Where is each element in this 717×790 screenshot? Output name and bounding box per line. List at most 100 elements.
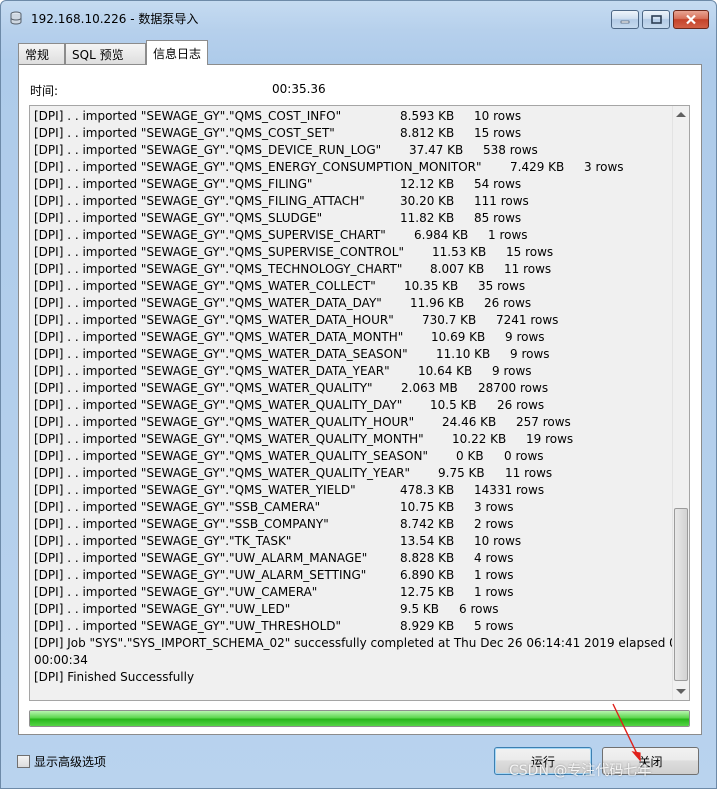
log-rows: 257 rows bbox=[516, 415, 571, 429]
log-message: [DPI] . . imported "SEWAGE_GY"."QMS_WATE… bbox=[34, 483, 356, 497]
log-message: [DPI] . . imported "SEWAGE_GY"."QMS_WATE… bbox=[34, 466, 411, 480]
log-rows: 3 rows bbox=[474, 500, 514, 514]
log-line: [DPI] . . imported "SEWAGE_GY"."QMS_COST… bbox=[34, 108, 674, 125]
log-message: 00:00:34 bbox=[34, 653, 88, 667]
log-message: [DPI] . . imported "SEWAGE_GY"."UW_ALARM… bbox=[34, 568, 367, 582]
log-line: [DPI] . . imported "SEWAGE_GY"."QMS_DEVI… bbox=[34, 142, 674, 159]
log-line: [DPI] . . imported "SEWAGE_GY"."QMS_TECH… bbox=[34, 261, 674, 278]
log-rows: 9 rows bbox=[492, 364, 532, 378]
log-size: 730.7 KB bbox=[422, 313, 477, 327]
progress-fill bbox=[30, 711, 689, 726]
minimize-button[interactable] bbox=[611, 10, 639, 29]
log-rows: 28700 rows bbox=[478, 381, 549, 395]
log-line: [DPI] . . imported "SEWAGE_GY"."QMS_WATE… bbox=[34, 414, 674, 431]
log-size: 8.742 KB bbox=[400, 517, 455, 531]
tab-info-log[interactable]: 信息日志 bbox=[146, 40, 208, 65]
log-rows: 26 rows bbox=[484, 296, 532, 310]
log-message: [DPI] . . imported "SEWAGE_GY"."QMS_WATE… bbox=[34, 381, 373, 395]
log-line: [DPI] . . imported "SEWAGE_GY"."QMS_WATE… bbox=[34, 482, 674, 499]
log-line: [DPI] Finished Successfully bbox=[34, 669, 674, 686]
tab-general[interactable]: 常规 bbox=[18, 43, 65, 64]
log-rows: 9 rows bbox=[505, 330, 545, 344]
log-line: [DPI] . . imported "SEWAGE_GY"."QMS_WATE… bbox=[34, 278, 674, 295]
log-size: 9.5 KB bbox=[400, 602, 439, 616]
log-size: 8.593 KB bbox=[400, 109, 455, 123]
log-line: [DPI] . . imported "SEWAGE_GY"."TK_TASK"… bbox=[34, 533, 674, 550]
log-message: [DPI] . . imported "SEWAGE_GY"."QMS_WATE… bbox=[34, 415, 415, 429]
log-line: [DPI] . . imported "SEWAGE_GY"."QMS_WATE… bbox=[34, 465, 674, 482]
window-close-button[interactable] bbox=[673, 10, 709, 29]
log-message: [DPI] . . imported "SEWAGE_GY"."QMS_WATE… bbox=[34, 364, 390, 378]
log-rows: 14331 rows bbox=[474, 483, 545, 497]
log-line: [DPI] . . imported "SEWAGE_GY"."UW_ALARM… bbox=[34, 567, 674, 584]
log-rows: 1 rows bbox=[474, 585, 514, 599]
log-output[interactable]: [DPI] . . imported "SEWAGE_GY"."QMS_COST… bbox=[29, 105, 690, 701]
log-message: [DPI] . . imported "SEWAGE_GY"."UW_CAMER… bbox=[34, 585, 318, 599]
log-rows: 11 rows bbox=[505, 466, 553, 480]
log-size: 8.929 KB bbox=[400, 619, 455, 633]
log-line: [DPI] . . imported "SEWAGE_GY"."QMS_SUPE… bbox=[34, 244, 674, 261]
log-rows: 0 rows bbox=[504, 449, 544, 463]
log-line: [DPI] . . imported "SEWAGE_GY"."QMS_WATE… bbox=[34, 312, 674, 329]
tab-sql-preview[interactable]: SQL 预览 bbox=[65, 43, 146, 64]
log-rows: 19 rows bbox=[526, 432, 574, 446]
log-line: [DPI] . . imported "SEWAGE_GY"."QMS_WATE… bbox=[34, 380, 674, 397]
log-line: [DPI] . . imported "SEWAGE_GY"."QMS_WATE… bbox=[34, 329, 674, 346]
log-line: [DPI] . . imported "SEWAGE_GY"."SSB_COMP… bbox=[34, 516, 674, 533]
log-message: [DPI] . . imported "SEWAGE_GY"."UW_THRES… bbox=[34, 619, 342, 633]
log-rows: 3 rows bbox=[584, 160, 624, 174]
log-lines: [DPI] . . imported "SEWAGE_GY"."QMS_COST… bbox=[34, 108, 677, 686]
log-message: [DPI] . . imported "SEWAGE_GY"."QMS_SLUD… bbox=[34, 211, 323, 225]
import-progress-bar bbox=[29, 710, 690, 727]
log-line: [DPI] . . imported "SEWAGE_GY"."QMS_WATE… bbox=[34, 448, 674, 465]
log-size: 10.75 KB bbox=[400, 500, 455, 514]
log-size: 10.5 KB bbox=[430, 398, 477, 412]
log-rows: 11 rows bbox=[504, 262, 552, 276]
log-rows: 15 rows bbox=[506, 245, 554, 259]
advanced-options-checkbox[interactable] bbox=[17, 755, 30, 768]
log-message: [DPI] . . imported "SEWAGE_GY"."QMS_WATE… bbox=[34, 313, 394, 327]
log-line: [DPI] . . imported "SEWAGE_GY"."QMS_WATE… bbox=[34, 346, 674, 363]
database-icon bbox=[10, 11, 22, 25]
log-scrollbar[interactable] bbox=[672, 106, 689, 700]
scroll-down-icon[interactable] bbox=[676, 689, 686, 694]
log-size: 10.35 KB bbox=[404, 279, 459, 293]
log-rows: 35 rows bbox=[478, 279, 526, 293]
log-size: 10.22 KB bbox=[452, 432, 507, 446]
log-size: 2.063 MB bbox=[401, 381, 458, 395]
log-message: [DPI] . . imported "SEWAGE_GY"."QMS_ENER… bbox=[34, 160, 482, 174]
maximize-button[interactable] bbox=[642, 10, 670, 29]
log-message: [DPI] . . imported "SEWAGE_GY"."QMS_WATE… bbox=[34, 330, 404, 344]
log-rows: 6 rows bbox=[459, 602, 499, 616]
log-message: [DPI] . . imported "SEWAGE_GY"."QMS_WATE… bbox=[34, 279, 376, 293]
log-rows: 15 rows bbox=[474, 126, 522, 140]
log-rows: 4 rows bbox=[474, 551, 514, 565]
log-size: 24.46 KB bbox=[442, 415, 497, 429]
log-message: [DPI] Job "SYS"."SYS_IMPORT_SCHEMA_02" s… bbox=[34, 636, 677, 650]
log-message: [DPI] . . imported "SEWAGE_GY"."QMS_COST… bbox=[34, 109, 342, 123]
log-line: [DPI] . . imported "SEWAGE_GY"."QMS_ENER… bbox=[34, 159, 674, 176]
log-size: 11.82 KB bbox=[400, 211, 455, 225]
log-message: [DPI] . . imported "SEWAGE_GY"."QMS_WATE… bbox=[34, 449, 429, 463]
log-rows: 26 rows bbox=[497, 398, 545, 412]
log-line: [DPI] Job "SYS"."SYS_IMPORT_SCHEMA_02" s… bbox=[34, 635, 677, 652]
scroll-thumb[interactable] bbox=[674, 508, 688, 681]
advanced-options-toggle[interactable]: 显示高级选项 bbox=[17, 753, 106, 770]
log-rows: 111 rows bbox=[474, 194, 529, 208]
log-size: 11.10 KB bbox=[436, 347, 491, 361]
log-rows: 7241 rows bbox=[496, 313, 559, 327]
title-bar[interactable]: 192.168.10.226 - 数据泵导入 bbox=[1, 1, 716, 35]
log-line: [DPI] . . imported "SEWAGE_GY"."QMS_SLUD… bbox=[34, 210, 674, 227]
log-line: [DPI] . . imported "SEWAGE_GY"."QMS_WATE… bbox=[34, 295, 674, 312]
scroll-up-icon[interactable] bbox=[676, 112, 686, 117]
log-size: 11.53 KB bbox=[432, 245, 487, 259]
log-line: [DPI] . . imported "SEWAGE_GY"."QMS_WATE… bbox=[34, 397, 674, 414]
log-message: [DPI] . . imported "SEWAGE_GY"."QMS_SUPE… bbox=[34, 228, 386, 242]
log-rows: 10 rows bbox=[474, 109, 522, 123]
log-rows: 85 rows bbox=[474, 211, 522, 225]
log-line: [DPI] . . imported "SEWAGE_GY"."QMS_WATE… bbox=[34, 431, 674, 448]
log-message: [DPI] . . imported "SEWAGE_GY"."QMS_WATE… bbox=[34, 432, 424, 446]
log-size: 12.75 KB bbox=[400, 585, 455, 599]
log-size: 11.96 KB bbox=[410, 296, 465, 310]
log-rows: 10 rows bbox=[474, 534, 522, 548]
